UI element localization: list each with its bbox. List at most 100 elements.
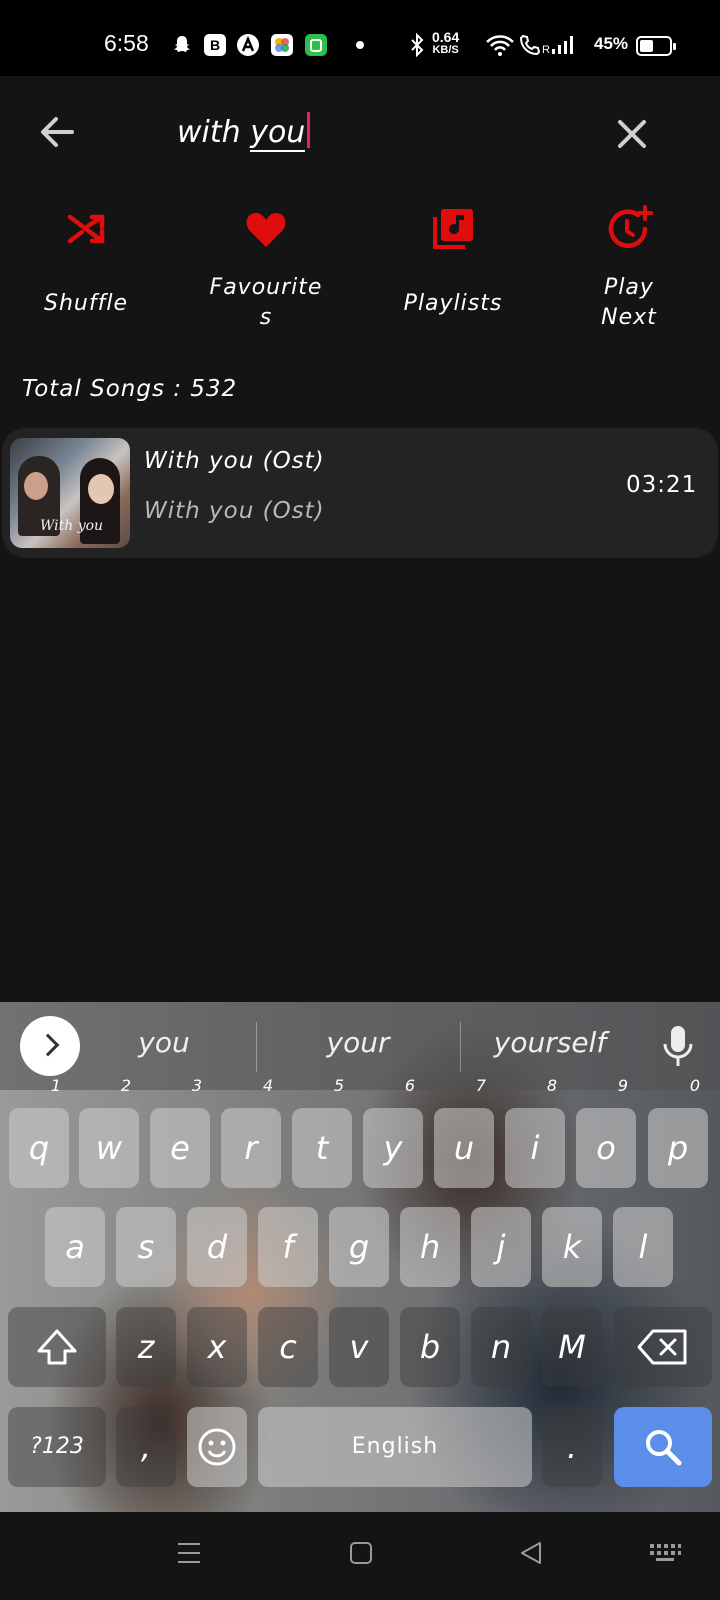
- keyboard: you your yourself q1 w2 e3 r4 t5 y6 u7 i…: [0, 1002, 720, 1512]
- suggestion-1[interactable]: you: [64, 1026, 264, 1059]
- key-l[interactable]: l: [613, 1207, 673, 1287]
- shift-key[interactable]: [8, 1307, 106, 1387]
- microphone-icon[interactable]: [660, 1024, 696, 1068]
- shuffle-button[interactable]: Shuffle: [6, 205, 166, 319]
- suggestion-2[interactable]: your: [258, 1026, 458, 1059]
- album-art-face-right: [88, 474, 114, 504]
- text-caret: [307, 112, 311, 148]
- key-number-hint: 4: [262, 1076, 273, 1095]
- song-list-item[interactable]: With you With you (Ost) With you (Ost) 0…: [2, 428, 718, 558]
- key-y[interactable]: y6: [363, 1078, 423, 1188]
- key-o[interactable]: o9: [576, 1078, 636, 1188]
- key-number-hint: 2: [120, 1076, 131, 1095]
- system-nav-bar: [0, 1512, 720, 1600]
- key-label: u: [453, 1129, 475, 1167]
- status-time: 6:58: [104, 30, 149, 56]
- key-v[interactable]: v: [329, 1307, 389, 1387]
- key-n[interactable]: n: [471, 1307, 531, 1387]
- key-e[interactable]: e3: [150, 1078, 210, 1188]
- back-arrow-icon[interactable]: [34, 108, 82, 156]
- recents-menu-icon[interactable]: [176, 1540, 202, 1566]
- emoji-icon: [198, 1428, 236, 1466]
- svg-text:R: R: [542, 44, 550, 56]
- key-number-hint: 7: [475, 1076, 486, 1095]
- home-icon[interactable]: [348, 1540, 374, 1566]
- search-query-plain: with: [177, 115, 251, 150]
- song-album: With you (Ost): [144, 498, 325, 524]
- comma-key[interactable]: ,: [116, 1407, 176, 1487]
- favourites-button[interactable]: Favourite s: [186, 205, 346, 333]
- backspace-key[interactable]: [614, 1307, 712, 1387]
- shuffle-label: Shuffle: [44, 291, 128, 316]
- net-speed-unit: KB/S: [432, 44, 459, 56]
- key-label: o: [596, 1129, 616, 1167]
- wifi-calling-icon: [519, 34, 541, 56]
- key-k[interactable]: k: [542, 1207, 602, 1287]
- key-g[interactable]: g: [329, 1207, 389, 1287]
- bluetooth-icon: [411, 33, 424, 57]
- key-label: q: [28, 1129, 50, 1167]
- favourites-label-line1: Favourite: [209, 275, 323, 300]
- album-art-title: With you: [40, 518, 104, 534]
- key-x[interactable]: x: [187, 1307, 247, 1387]
- key-m[interactable]: M: [542, 1307, 602, 1387]
- wifi-icon: [486, 35, 514, 56]
- key-h[interactable]: h: [400, 1207, 460, 1287]
- play-next-label-line2: Next: [601, 305, 657, 330]
- song-duration: 03:21: [626, 472, 698, 498]
- snapchat-icon: [174, 36, 190, 52]
- search-icon: [646, 1430, 682, 1466]
- key-i[interactable]: i8: [505, 1078, 565, 1188]
- search-key[interactable]: [614, 1407, 712, 1487]
- key-w[interactable]: w2: [79, 1078, 139, 1188]
- key-t[interactable]: t5: [292, 1078, 352, 1188]
- key-a[interactable]: a: [45, 1207, 105, 1287]
- photos-app-icon: [271, 34, 293, 56]
- favourites-label: Favourite s: [186, 273, 346, 333]
- battery-percent: 45%: [594, 34, 629, 53]
- key-s[interactable]: s: [116, 1207, 176, 1287]
- period-key[interactable]: .: [542, 1407, 602, 1487]
- playlists-label: Playlists: [403, 291, 503, 316]
- song-title: With you (Ost): [144, 448, 325, 474]
- key-p[interactable]: p0: [648, 1078, 708, 1188]
- total-songs-count: Total Songs : 532: [22, 376, 238, 402]
- key-c[interactable]: c: [258, 1307, 318, 1387]
- album-art: With you: [10, 438, 130, 548]
- play-next-button[interactable]: Play Next: [549, 205, 709, 333]
- key-q[interactable]: q1: [9, 1078, 69, 1188]
- suggestion-strip: you your yourself: [0, 1002, 720, 1090]
- playlist-icon: [433, 209, 473, 249]
- key-j[interactable]: j: [471, 1207, 531, 1287]
- key-number-hint: 0: [689, 1076, 700, 1095]
- search-query-composing: you: [250, 115, 306, 152]
- key-r[interactable]: r4: [221, 1078, 281, 1188]
- emoji-key[interactable]: [187, 1407, 247, 1487]
- b-app-icon: B: [204, 34, 226, 56]
- net-speed: 0.64 KB/S: [432, 30, 459, 56]
- clear-search-icon[interactable]: [608, 110, 656, 158]
- back-nav-icon[interactable]: [518, 1540, 544, 1566]
- playlists-button[interactable]: Playlists: [373, 205, 533, 319]
- play-next-icon: [608, 205, 653, 248]
- album-art-face-left: [24, 472, 48, 500]
- key-label: e: [170, 1129, 190, 1167]
- key-z[interactable]: z: [116, 1307, 176, 1387]
- suggestion-3[interactable]: yourself: [450, 1026, 650, 1059]
- key-d[interactable]: d: [187, 1207, 247, 1287]
- shuffle-icon: [67, 214, 105, 244]
- search-input[interactable]: with you: [177, 112, 311, 152]
- key-number-hint: 3: [191, 1076, 202, 1095]
- signal-icon: R: [542, 36, 573, 56]
- key-b[interactable]: b: [400, 1307, 460, 1387]
- play-next-label: Play Next: [549, 273, 709, 333]
- key-u[interactable]: u7: [434, 1078, 494, 1188]
- key-f[interactable]: f: [258, 1207, 318, 1287]
- notification-dot-icon: [356, 41, 364, 49]
- space-key[interactable]: English: [258, 1407, 532, 1487]
- green-app-icon: [305, 34, 327, 56]
- keyboard-switch-icon[interactable]: [648, 1540, 682, 1566]
- shift-icon: [37, 1329, 77, 1365]
- key-label: p: [667, 1129, 689, 1167]
- symbols-key[interactable]: ?123: [8, 1407, 106, 1487]
